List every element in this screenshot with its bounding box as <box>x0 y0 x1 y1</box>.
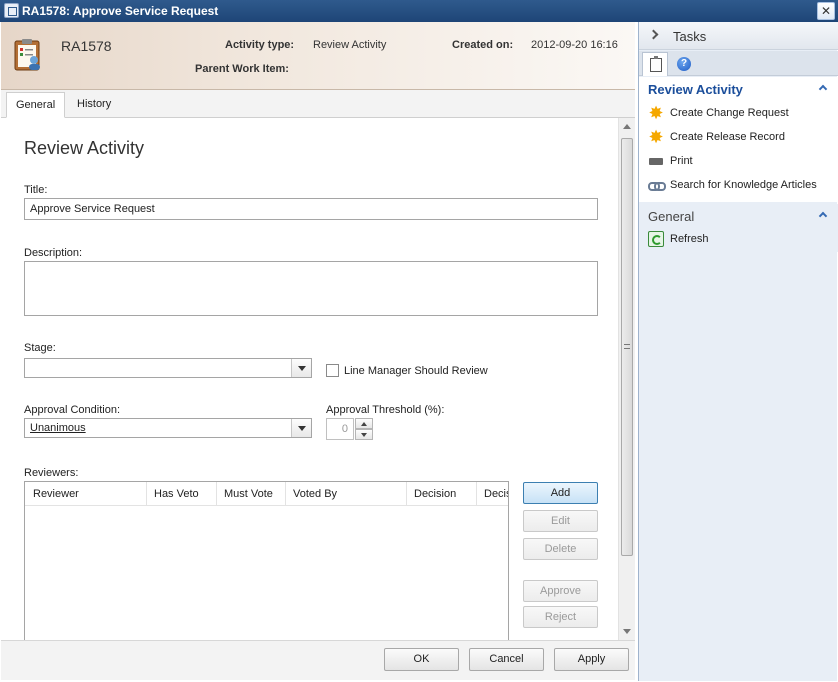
column-header-voted-by[interactable]: Voted By <box>285 482 407 506</box>
form-tabs: General History <box>1 90 635 123</box>
approval-condition-dropdown[interactable]: Unanimous <box>24 418 312 438</box>
review-activity-group-title: Review Activity <box>648 82 743 97</box>
task-print[interactable]: Print <box>670 155 693 167</box>
general-task-group: General Refresh <box>639 204 838 252</box>
approval-threshold-label: Approval Threshold (%): <box>326 404 445 416</box>
window-app-icon <box>4 3 19 18</box>
printer-icon <box>648 153 664 169</box>
approve-button[interactable]: Approve <box>523 580 598 602</box>
approval-condition-value: Unanimous <box>30 422 86 434</box>
star-icon: ✸ <box>648 127 664 147</box>
line-manager-label: Line Manager Should Review <box>344 365 488 377</box>
task-create-release-record[interactable]: Create Release Record <box>670 131 785 143</box>
reviewers-grid[interactable]: Reviewer Has Veto Must Vote Voted By Dec… <box>24 481 509 640</box>
activity-type-value: Review Activity <box>313 39 387 51</box>
clipboard-icon <box>650 56 662 72</box>
review-activity-clipboard-icon <box>14 39 40 71</box>
collapse-up-icon[interactable] <box>818 211 828 221</box>
tasks-pane-tabs: ? <box>639 51 838 76</box>
description-label: Description: <box>24 247 83 259</box>
help-icon: ? <box>677 57 691 71</box>
stage-dropdown[interactable] <box>24 358 312 378</box>
ok-button[interactable]: OK <box>384 648 459 671</box>
add-reviewer-button[interactable]: Add <box>523 482 598 504</box>
activity-type-label: Activity type: <box>225 39 295 51</box>
tasks-tab-clipboard[interactable] <box>642 52 668 76</box>
parent-work-item-label: Parent Work Item: <box>195 63 289 75</box>
tasks-pane-title: Tasks <box>673 29 707 44</box>
general-tab-content: Review Activity Title: Approve Service R… <box>1 118 618 640</box>
chevron-right-icon[interactable] <box>648 29 659 40</box>
task-refresh[interactable]: Refresh <box>670 233 709 245</box>
column-header-has-veto[interactable]: Has Veto <box>146 482 217 506</box>
edit-reviewer-button[interactable]: Edit <box>523 510 598 532</box>
approval-threshold-value[interactable]: 0 <box>326 418 354 440</box>
star-icon: ✸ <box>648 103 664 123</box>
tab-history-label: History <box>77 98 112 110</box>
tasks-tab-help[interactable]: ? <box>671 52 697 76</box>
cancel-button[interactable]: Cancel <box>469 648 544 671</box>
approval-condition-label: Approval Condition: <box>24 404 121 416</box>
column-header-reviewer[interactable]: Reviewer <box>25 482 147 506</box>
window-titlebar: RA1578: Approve Service Request ✕ <box>0 0 838 22</box>
reviewers-label: Reviewers: <box>24 467 79 479</box>
work-item-id: RA1578 <box>61 38 112 54</box>
scroll-down-icon[interactable] <box>623 629 631 634</box>
review-activity-task-group: Review Activity ✸ Create Change Request … <box>639 77 838 202</box>
scrollbar-thumb[interactable] <box>621 138 633 556</box>
chevron-down-icon[interactable] <box>291 419 311 437</box>
scroll-up-icon[interactable] <box>623 124 631 129</box>
link-icon <box>648 177 666 193</box>
created-on-value: 2012-09-20 16:16 <box>531 39 618 51</box>
reject-button[interactable]: Reject <box>523 606 598 628</box>
general-group-title: General <box>648 209 695 224</box>
chevron-down-icon[interactable] <box>355 429 373 440</box>
close-window-button[interactable]: ✕ <box>817 2 835 20</box>
tab-general[interactable]: General <box>6 92 66 123</box>
created-on-label: Created on: <box>452 39 514 51</box>
delete-reviewer-button[interactable]: Delete <box>523 538 598 560</box>
title-input[interactable]: Approve Service Request <box>24 198 598 220</box>
section-title: Review Activity <box>24 138 145 158</box>
work-item-header: RA1578 Activity type: Review Activity Cr… <box>1 22 635 90</box>
title-label: Title: <box>24 184 48 196</box>
dialog-footer: OK Cancel Apply <box>1 640 635 680</box>
line-manager-checkbox[interactable] <box>326 364 339 377</box>
apply-button[interactable]: Apply <box>554 648 629 671</box>
chevron-down-icon[interactable] <box>291 359 311 377</box>
scrollbar-grip-icon <box>624 344 630 349</box>
collapse-up-icon[interactable] <box>818 84 828 94</box>
refresh-icon <box>648 231 664 247</box>
task-create-change-request[interactable]: Create Change Request <box>670 107 789 119</box>
tab-history[interactable]: History <box>68 92 120 118</box>
column-header-decision[interactable]: Decision <box>406 482 477 506</box>
tasks-pane-header[interactable]: Tasks <box>639 22 838 50</box>
column-header-decision-date[interactable]: Decision Date <box>476 482 508 506</box>
description-input[interactable] <box>24 261 598 316</box>
stage-label: Stage: <box>24 342 56 354</box>
reviewers-grid-header: Reviewer Has Veto Must Vote Voted By Dec… <box>25 482 508 506</box>
tab-general-label: General <box>16 99 56 111</box>
task-search-knowledge-articles[interactable]: Search for Knowledge Articles <box>670 179 817 191</box>
chevron-up-icon[interactable] <box>355 418 373 429</box>
approval-threshold-stepper[interactable]: 0 <box>326 418 374 440</box>
content-vertical-scrollbar[interactable] <box>618 118 635 640</box>
tasks-pane: Tasks ? Review Activity ✸ Create Change … <box>638 22 838 681</box>
column-header-must-vote[interactable]: Must Vote <box>216 482 286 506</box>
window-title: RA1578: Approve Service Request <box>22 4 219 18</box>
